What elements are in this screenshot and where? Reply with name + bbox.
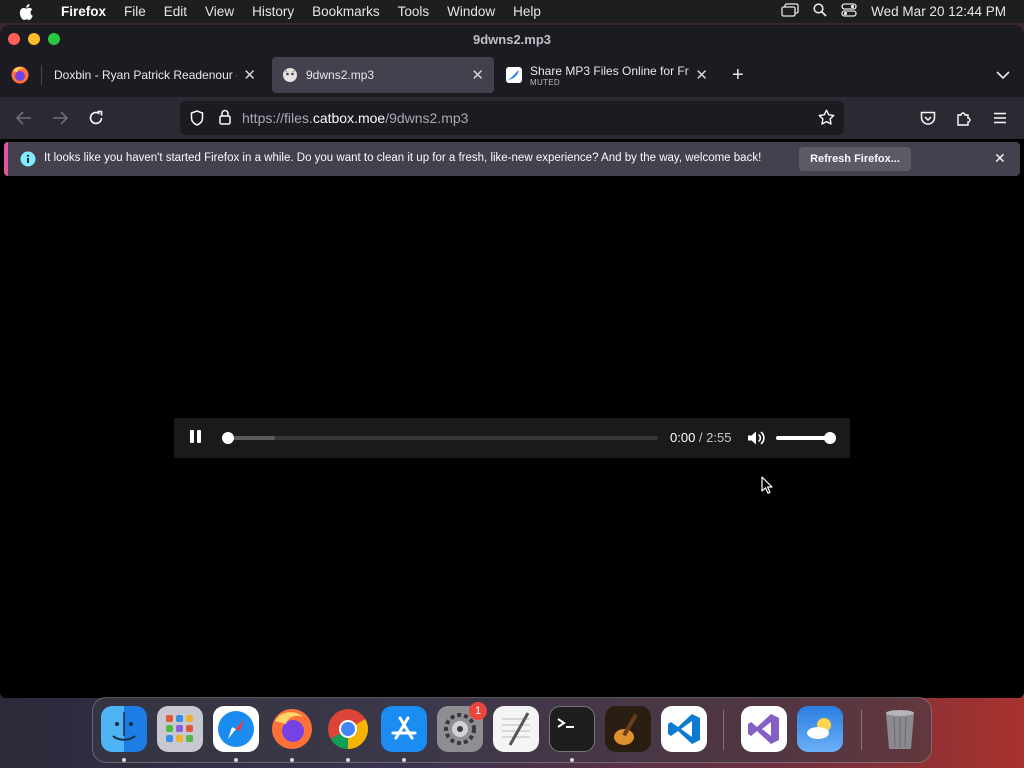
buffered-range (228, 436, 276, 440)
new-tab-icon[interactable]: + (732, 65, 744, 85)
navigation-toolbar: https://files.catbox.moe/9dwns2.mp3 (0, 97, 1024, 139)
current-time: 0:00 (670, 430, 696, 445)
zoom-window-button[interactable] (48, 33, 60, 45)
playback-time: 0:00 / 2:55 (670, 430, 731, 445)
list-all-tabs-icon[interactable] (996, 67, 1010, 85)
dock-visual-studio-icon[interactable] (741, 706, 787, 752)
tracking-protection-shield-icon[interactable] (190, 110, 204, 131)
close-tab-icon[interactable]: ✕ (237, 66, 256, 84)
menu-bar: Firefox File Edit View History Bookmarks… (0, 0, 1024, 23)
tab-separator (41, 65, 42, 85)
refresh-firefox-notification: It looks like you haven't started Firefo… (4, 142, 1020, 176)
tab-doxbin[interactable]: Doxbin - Ryan Patrick Readenour - ✕ (44, 57, 266, 93)
minimize-window-button[interactable] (28, 33, 40, 45)
lock-icon[interactable] (219, 109, 231, 130)
tab-muted-label: MUTED (530, 77, 560, 87)
tab-label: Doxbin - Ryan Patrick Readenour - (54, 68, 238, 82)
close-tab-icon[interactable]: ✕ (465, 66, 484, 84)
back-arrow-icon[interactable] (12, 106, 36, 130)
close-tab-icon[interactable]: ✕ (689, 66, 708, 84)
tab-strip: Doxbin - Ryan Patrick Readenour - ✕ 9dwn… (0, 53, 1024, 97)
extensions-puzzle-icon[interactable] (952, 106, 976, 130)
menu-help[interactable]: Help (504, 4, 550, 19)
forward-arrow-icon[interactable] (48, 106, 72, 130)
dock-app-store-icon[interactable] (381, 706, 427, 752)
apple-menu-icon[interactable] (0, 3, 52, 20)
mouse-pointer-icon (761, 476, 773, 499)
dock-weather-icon[interactable] (797, 706, 843, 752)
audio-player[interactable]: 0:00 / 2:55 (174, 418, 850, 458)
control-center-icon[interactable] (841, 3, 857, 20)
menu-bar-clock[interactable]: Wed Mar 20 12:44 PM (871, 4, 1006, 19)
seek-thumb[interactable] (222, 432, 234, 444)
tab-favicon-icon (506, 67, 522, 83)
dock-chrome-icon[interactable] (325, 706, 371, 752)
close-notification-icon[interactable]: ✕ (994, 150, 1006, 167)
url-text[interactable]: https://files.catbox.moe/9dwns2.mp3 (242, 110, 468, 126)
dock-vscode-icon[interactable] (661, 706, 707, 752)
url-prefix: https://files. (242, 110, 313, 126)
menu-file[interactable]: File (115, 4, 155, 19)
screen-mirroring-icon[interactable] (781, 3, 799, 20)
menu-edit[interactable]: Edit (155, 4, 196, 19)
volume-thumb[interactable] (824, 432, 836, 444)
firefox-window: 9dwns2.mp3 Doxbin - Ryan Patrick Readeno… (0, 25, 1024, 698)
notification-accent (4, 142, 8, 176)
tab-share-mp3[interactable]: Share MP3 Files Online for Free MUTED ✕ (496, 57, 718, 93)
menu-tools[interactable]: Tools (389, 4, 439, 19)
menu-window[interactable]: Window (438, 4, 504, 19)
title-bar: 9dwns2.mp3 (0, 25, 1024, 53)
bookmark-star-icon[interactable] (818, 109, 835, 131)
tab-favicon-icon (282, 67, 298, 83)
close-window-button[interactable] (8, 33, 20, 45)
tab-text: Share MP3 Files Online for Free MUTED (530, 64, 689, 87)
firefox-view-icon[interactable] (10, 65, 30, 90)
spotlight-search-icon[interactable] (813, 3, 827, 20)
pocket-icon[interactable] (916, 106, 940, 130)
window-controls (8, 33, 60, 45)
notification-message: It looks like you haven't started Firefo… (44, 152, 762, 164)
notification-badge: 1 (469, 702, 487, 720)
url-bar[interactable]: https://files.catbox.moe/9dwns2.mp3 (180, 101, 844, 135)
volume-speaker-icon[interactable] (746, 428, 766, 448)
reload-icon[interactable] (84, 106, 108, 130)
dock-finder-icon[interactable] (101, 706, 147, 752)
menu-bookmarks[interactable]: Bookmarks (303, 4, 389, 19)
volume-fill (776, 436, 830, 440)
tab-label: 9dwns2.mp3 (306, 68, 375, 82)
pause-icon[interactable] (190, 430, 206, 446)
dock-firefox-icon[interactable] (269, 706, 315, 752)
seek-bar[interactable] (222, 432, 658, 444)
media-document: 0:00 / 2:55 (0, 178, 1024, 698)
window-title: 9dwns2.mp3 (472, 31, 552, 47)
dock-terminal-icon[interactable] (549, 706, 595, 752)
dock: 1 (92, 697, 932, 763)
hamburger-menu-icon[interactable] (988, 106, 1012, 130)
menu-history[interactable]: History (243, 4, 303, 19)
dock-trash-icon[interactable] (877, 706, 923, 752)
time-separator: / (695, 430, 707, 445)
tab-9dwns2-mp3[interactable]: 9dwns2.mp3 ✕ (272, 57, 494, 93)
volume-slider[interactable] (776, 432, 836, 444)
menu-view[interactable]: View (196, 4, 243, 19)
url-domain: catbox.moe (312, 110, 386, 126)
duration: 2:55 (706, 430, 732, 445)
dock-garageband-icon[interactable] (605, 706, 651, 752)
url-path: /9dwns2.mp3 (385, 110, 469, 126)
refresh-firefox-button[interactable]: Refresh Firefox... (799, 147, 911, 171)
dock-safari-icon[interactable] (213, 706, 259, 752)
dock-launchpad-icon[interactable] (157, 706, 203, 752)
tab-label: Share MP3 Files Online for Free (530, 63, 690, 78)
info-icon (20, 151, 36, 170)
dock-textedit-icon[interactable] (493, 706, 539, 752)
menu-app-name[interactable]: Firefox (52, 4, 115, 19)
